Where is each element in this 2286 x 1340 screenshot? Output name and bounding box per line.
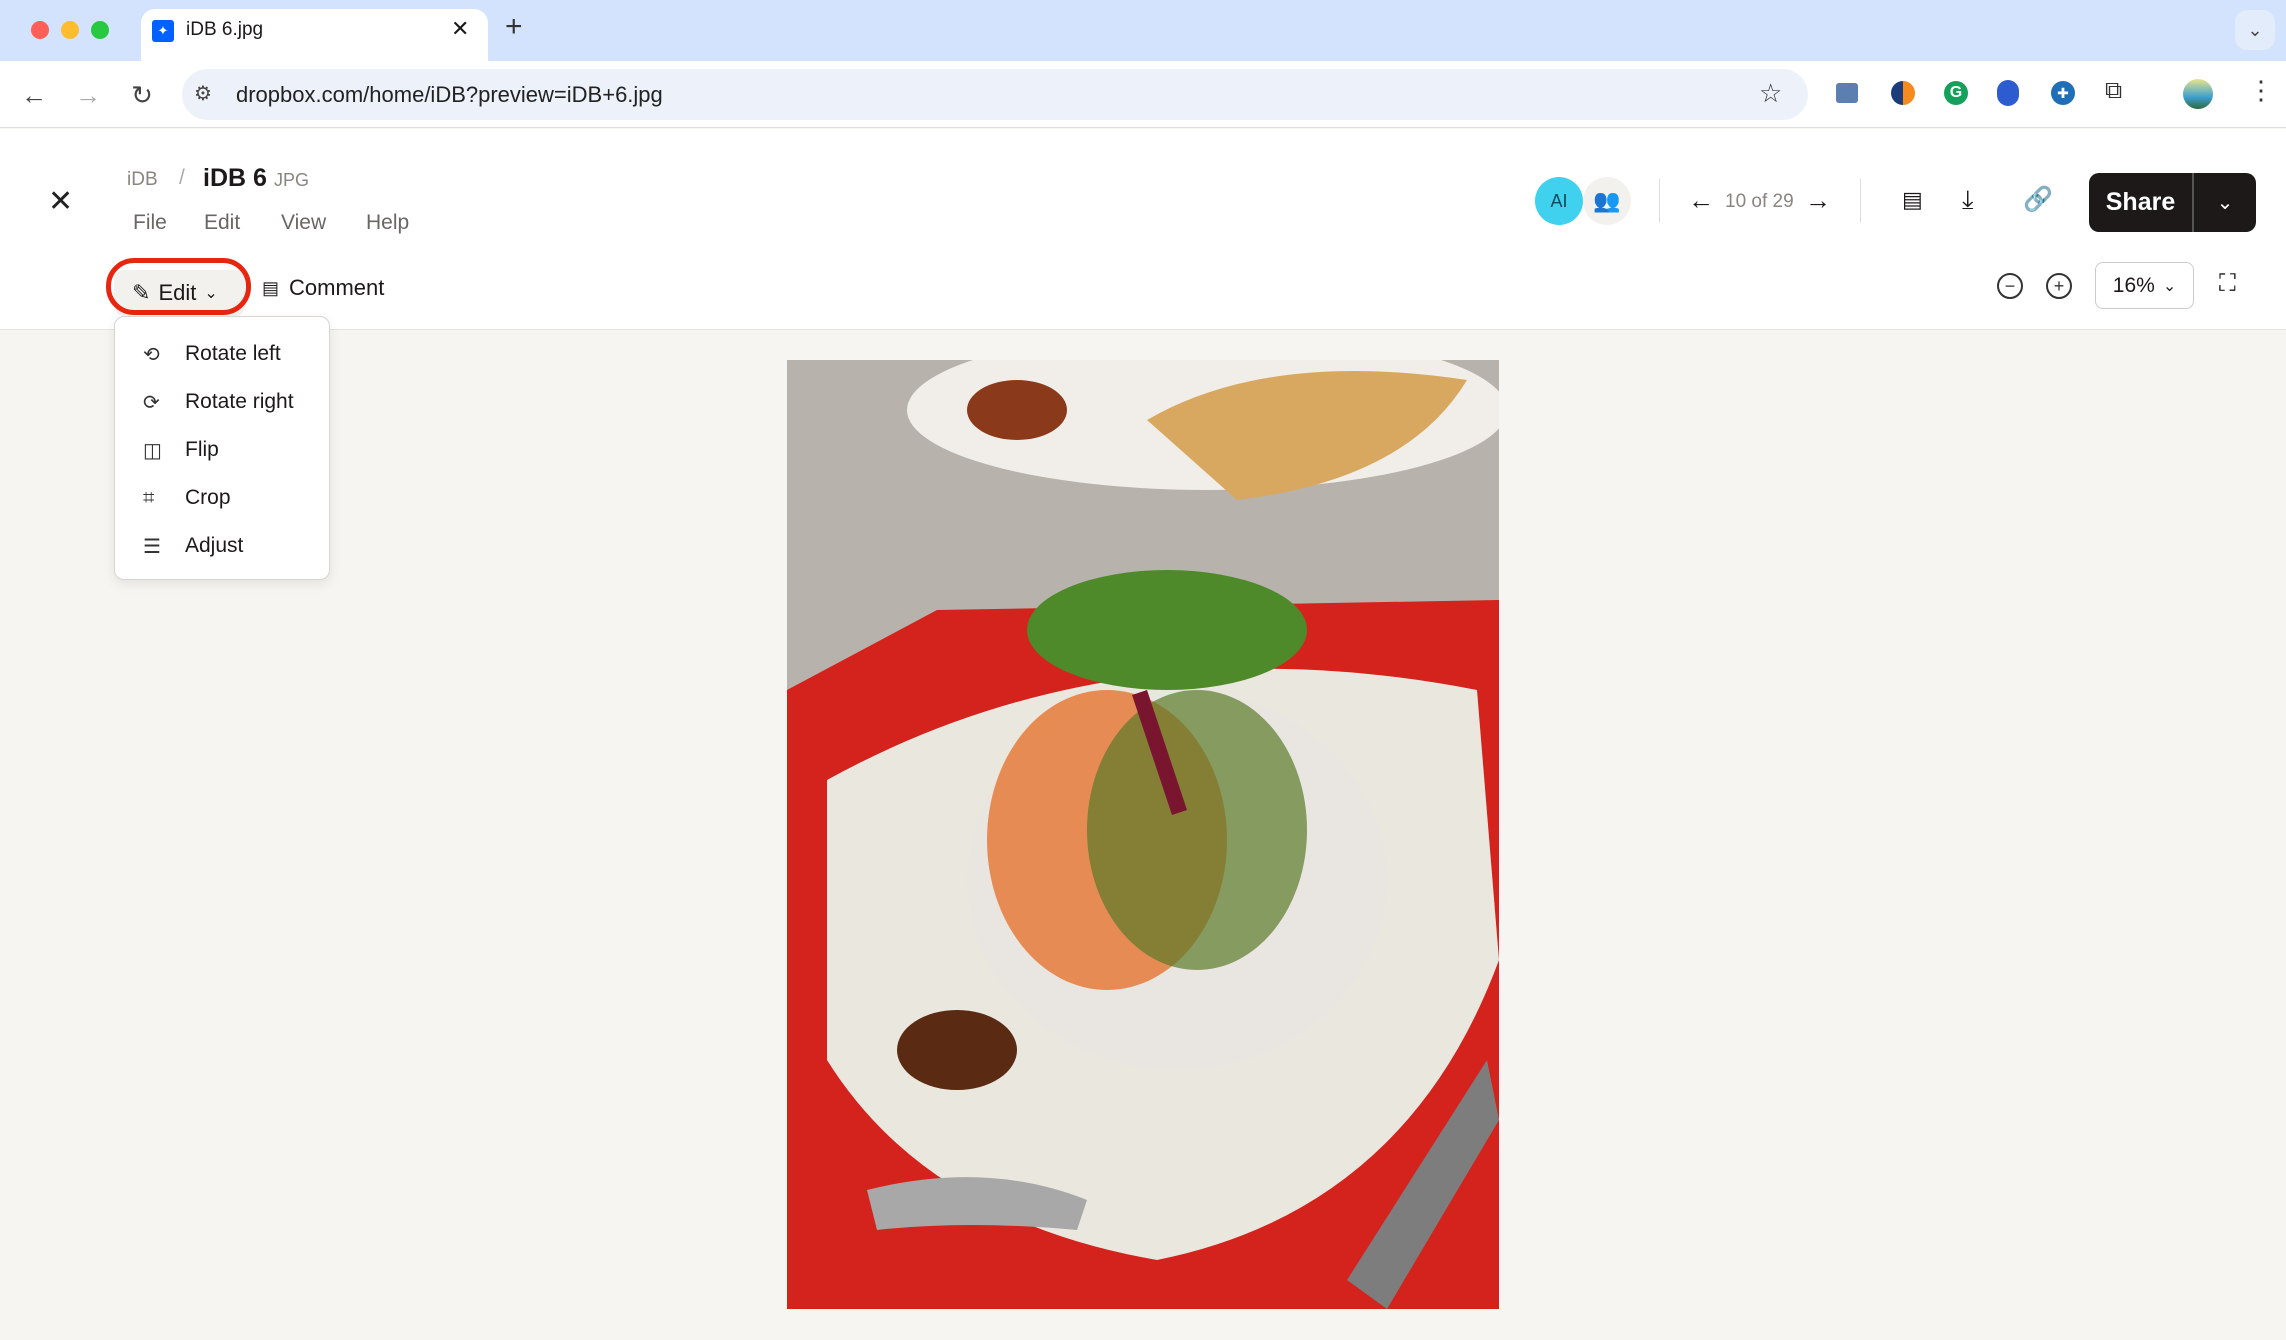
menu-file[interactable]: File bbox=[133, 211, 167, 235]
tab-list-chevron-icon[interactable]: ⌄ bbox=[2235, 10, 2275, 50]
menu-view[interactable]: View bbox=[281, 211, 326, 235]
menu-item-flip[interactable]: ◫ Flip bbox=[115, 428, 329, 472]
tab-title: iDB 6.jpg bbox=[186, 19, 264, 40]
divider bbox=[1659, 179, 1660, 223]
share-button-group: Share ⌄ bbox=[2089, 173, 2256, 232]
grammarly-icon[interactable]: G bbox=[1944, 81, 1968, 105]
share-people-icon[interactable]: 👥 bbox=[1583, 177, 1631, 225]
share-options-chevron-icon[interactable]: ⌄ bbox=[2194, 173, 2256, 232]
site-settings-icon[interactable]: ⚙ bbox=[194, 81, 212, 106]
menu-item-rotate-right[interactable]: ⟳ Rotate right bbox=[115, 380, 329, 424]
menu-item-label: Adjust bbox=[185, 534, 244, 557]
url-text[interactable]: dropbox.com/home/iDB?preview=iDB+6.jpg bbox=[236, 82, 663, 108]
menu-item-crop[interactable]: ⌗ Crop bbox=[115, 476, 329, 520]
dropbox-favicon-icon: ✦ bbox=[152, 20, 174, 42]
flip-icon: ◫ bbox=[143, 439, 162, 462]
chevron-down-icon: ⌄ bbox=[204, 285, 218, 302]
window-close-button[interactable] bbox=[31, 21, 49, 39]
browser-toolbar: ← → ↻ ⚙ dropbox.com/home/iDB?preview=iDB… bbox=[0, 61, 2286, 128]
comments-panel-icon[interactable]: ▤ bbox=[1902, 187, 1923, 213]
download-icon[interactable]: ⤓ bbox=[1962, 184, 1974, 216]
zoom-out-icon[interactable]: − bbox=[1997, 273, 2023, 299]
extension-blue-icon[interactable] bbox=[1997, 80, 2019, 106]
menu-help[interactable]: Help bbox=[366, 211, 409, 235]
previous-file-icon[interactable]: ← bbox=[1688, 185, 1714, 216]
chevron-down-icon: ⌄ bbox=[2162, 277, 2177, 295]
menu-item-label: Crop bbox=[185, 486, 231, 509]
extension-image-icon[interactable] bbox=[1836, 83, 1858, 103]
menu-item-rotate-left[interactable]: ⟲ Rotate left bbox=[115, 332, 329, 376]
forward-icon[interactable]: → bbox=[70, 77, 106, 113]
extension-plus-icon[interactable]: ✚ bbox=[2051, 81, 2075, 105]
tab-close-icon[interactable]: ✕ bbox=[451, 16, 469, 42]
comment-button[interactable]: ▤ Comment bbox=[262, 275, 384, 301]
zoom-value: 16% bbox=[2112, 273, 2155, 297]
viewer-header: ✕ iDB / iDB 6 JPG File Edit View Help ✎ … bbox=[0, 129, 2286, 330]
adjust-icon: ☰ bbox=[143, 535, 161, 558]
menu-item-label: Rotate right bbox=[185, 390, 294, 413]
window-maximize-button[interactable] bbox=[91, 21, 109, 39]
file-ext: JPG bbox=[274, 170, 310, 190]
divider bbox=[1860, 179, 1861, 223]
menu-item-adjust[interactable]: ☰ Adjust bbox=[115, 524, 329, 568]
zoom-in-icon[interactable]: + bbox=[2046, 273, 2072, 299]
breadcrumb-separator: / bbox=[179, 166, 185, 189]
ai-button[interactable]: AI bbox=[1535, 177, 1583, 225]
browser-tab-bar: ✦ iDB 6.jpg ✕ + ⌄ bbox=[0, 0, 2286, 61]
rotate-left-icon: ⟲ bbox=[143, 343, 160, 366]
fullscreen-icon[interactable]: ⛶ bbox=[2219, 270, 2236, 298]
close-viewer-icon[interactable]: ✕ bbox=[48, 184, 73, 219]
back-icon[interactable]: ← bbox=[16, 77, 52, 113]
copy-link-icon[interactable]: 🔗 bbox=[2023, 185, 2053, 214]
next-file-icon[interactable]: → bbox=[1805, 185, 1831, 216]
window-minimize-button[interactable] bbox=[61, 21, 79, 39]
extensions-puzzle-icon[interactable]: ⧉ bbox=[2105, 77, 2122, 105]
bookmark-star-icon[interactable]: ☆ bbox=[1759, 78, 1782, 109]
menu-item-label: Flip bbox=[185, 438, 219, 461]
zoom-select[interactable]: 16% ⌄ bbox=[2095, 262, 2194, 309]
pencil-icon: ✎ bbox=[132, 280, 151, 305]
breadcrumb-parent[interactable]: iDB bbox=[127, 169, 158, 191]
new-tab-icon[interactable]: + bbox=[505, 10, 523, 44]
edit-dropdown-menu: ⟲ Rotate left ⟳ Rotate right ◫ Flip ⌗ Crop ☰… bbox=[114, 316, 330, 580]
image-preview bbox=[787, 360, 1499, 1309]
share-button[interactable]: Share bbox=[2089, 173, 2194, 232]
comment-label: Comment bbox=[289, 275, 385, 300]
extension-orange-icon[interactable] bbox=[1891, 81, 1915, 105]
edit-button[interactable]: ✎ Edit ⌄ bbox=[114, 270, 245, 316]
profile-avatar[interactable] bbox=[2183, 79, 2213, 109]
reload-icon[interactable]: ↻ bbox=[124, 77, 160, 113]
crop-icon: ⌗ bbox=[143, 486, 155, 509]
comment-icon: ▤ bbox=[262, 277, 280, 298]
browser-menu-icon[interactable]: ⋮ bbox=[2248, 75, 2274, 106]
edit-label: Edit bbox=[158, 280, 197, 305]
rotate-right-icon: ⟳ bbox=[143, 391, 160, 414]
food-photo bbox=[787, 360, 1499, 1309]
browser-tab[interactable]: ✦ iDB 6.jpg ✕ bbox=[141, 9, 488, 61]
file-name: iDB 6 bbox=[203, 164, 267, 192]
menu-item-label: Rotate left bbox=[185, 342, 281, 365]
pager-text: 10 of 29 bbox=[1725, 191, 1794, 212]
menu-edit[interactable]: Edit bbox=[204, 211, 240, 235]
address-bar[interactable]: ⚙ dropbox.com/home/iDB?preview=iDB+6.jpg… bbox=[182, 69, 1808, 120]
